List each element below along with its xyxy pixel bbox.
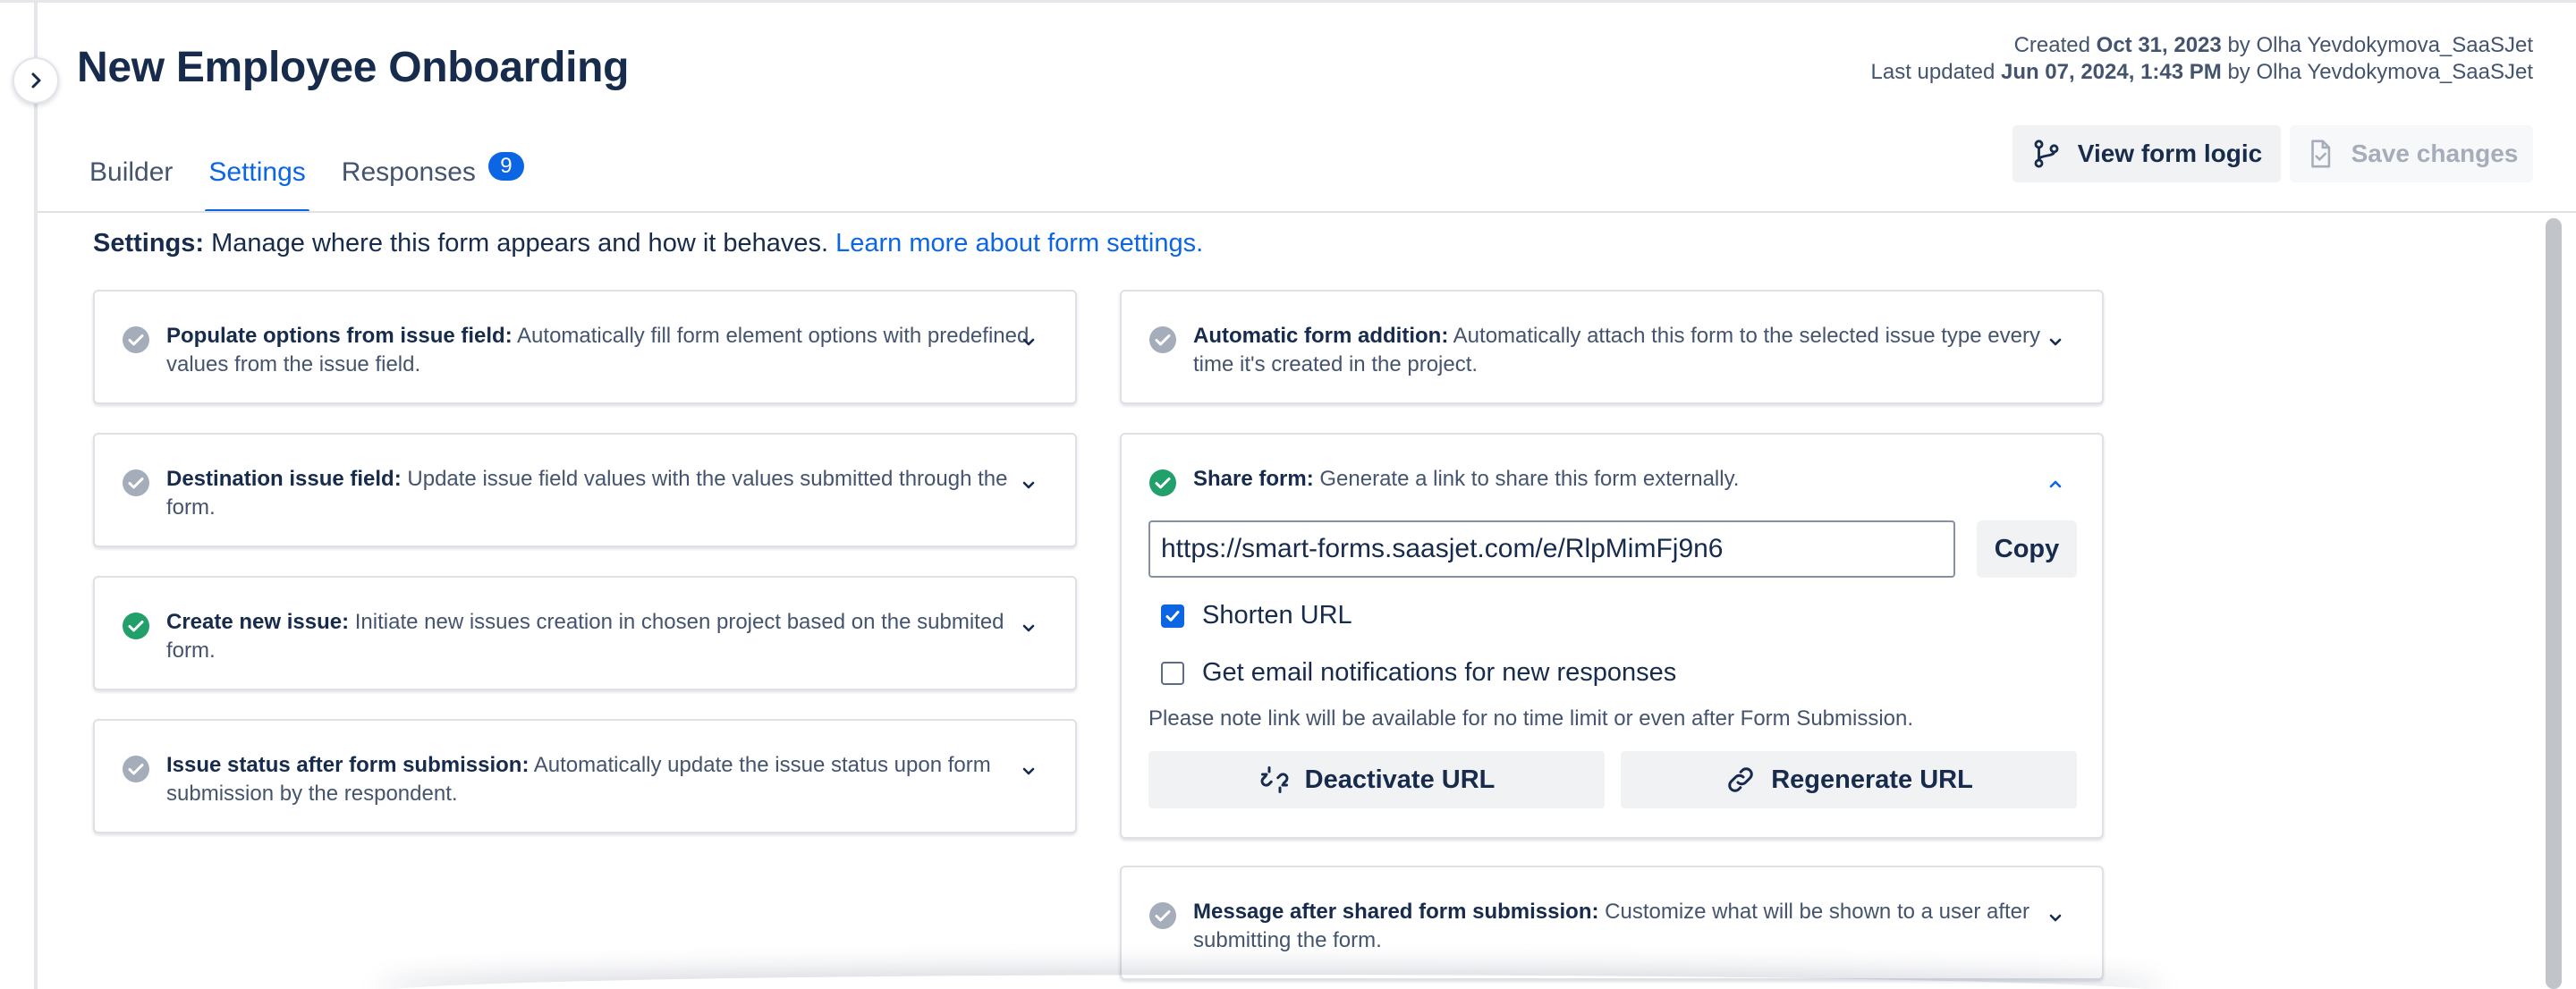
updated-date: Jun 07, 2024, 1:43 PM [2000, 60, 2222, 84]
chevron-up-icon[interactable] [2045, 474, 2066, 495]
card-automatic-form-addition[interactable]: Automatic form addition: Automatically a… [1120, 290, 2104, 404]
shorten-url-row[interactable]: Shorten URL [1161, 601, 1352, 630]
form-meta: Created Oct 31, 2023 by Olha Yevdokymova… [1871, 32, 2534, 86]
card-title: Share form: [1193, 467, 1314, 491]
card-populate-options[interactable]: Populate options from issue field: Autom… [93, 290, 1077, 404]
chevron-down-icon[interactable] [2045, 907, 2066, 928]
deactivate-url-label: Deactivate URL [1304, 765, 1496, 794]
chevron-down-icon[interactable] [2045, 331, 2066, 352]
created-prefix: Created [2013, 33, 2090, 57]
created-date: Oct 31, 2023 [2096, 33, 2222, 57]
card-text: Share form: Generate a link to share thi… [1193, 465, 2079, 494]
card-text: Automatic form addition: Automatically a… [1193, 322, 2079, 379]
created-line: Created Oct 31, 2023 by Olha Yevdokymova… [1871, 32, 2533, 59]
branch-icon [2034, 139, 2059, 168]
unlink-icon [1260, 766, 1289, 793]
updated-by: by Olha Yevdokymova_SaaSJet [2227, 60, 2533, 84]
card-title: Message after shared form submission: [1193, 900, 1599, 924]
tab-responses[interactable]: Responses 9 [341, 152, 524, 211]
page-title: New Employee Onboarding [77, 44, 630, 91]
chevron-down-icon[interactable] [1018, 617, 1039, 638]
link-icon [1728, 767, 1753, 792]
file-check-icon [2310, 139, 2330, 168]
save-changes-label: Save changes [2351, 139, 2519, 167]
card-title: Issue status after form submission: [166, 753, 530, 777]
view-form-logic-label: View form logic [2077, 139, 2263, 167]
card-title: Create new issue: [166, 610, 350, 634]
chevron-down-icon[interactable] [1018, 331, 1039, 352]
card-create-new-issue[interactable]: Create new issue: Initiate new issues cr… [93, 576, 1077, 690]
tab-label: Builder [89, 157, 174, 187]
tabs-divider [38, 211, 2576, 213]
settings-intro-label: Settings: [93, 229, 205, 258]
card-description: Generate a link to share this form exter… [1313, 467, 1740, 491]
chevron-down-icon[interactable] [1018, 760, 1039, 782]
shorten-url-label: Shorten URL [1202, 601, 1352, 630]
responses-count-badge: 9 [487, 152, 524, 181]
email-notifications-label: Get email notifications for new response… [1202, 658, 1677, 687]
settings-intro-text: Manage where this form appears and how i… [204, 229, 836, 258]
check-circle-icon [1149, 902, 1176, 929]
tab-settings[interactable]: Settings [205, 157, 310, 213]
copy-button[interactable]: Copy [1977, 520, 2077, 578]
updated-line: Last updated Jun 07, 2024, 1:43 PM by Ol… [1871, 59, 2534, 86]
shorten-url-checkbox[interactable] [1161, 604, 1184, 628]
scrollbar-thumb[interactable] [2546, 218, 2562, 989]
card-title: Destination issue field: [166, 467, 402, 491]
tab-label: Responses [341, 157, 476, 187]
card-text: Create new issue: Initiate new issues cr… [166, 608, 1052, 665]
left-rail [34, 3, 38, 989]
tab-label: Settings [208, 157, 306, 187]
created-by: by Olha Yevdokymova_SaaSJet [2227, 33, 2533, 57]
settings-intro: Settings: Manage where this form appears… [93, 229, 1203, 258]
card-issue-status-after-submission[interactable]: Issue status after form submission: Auto… [93, 719, 1077, 833]
check-circle-icon [1149, 469, 1176, 496]
share-url-input[interactable]: https://smart-forms.saasjet.com/e/RlpMim… [1148, 520, 1955, 578]
email-notifications-checkbox[interactable] [1161, 661, 1184, 685]
card-message-after-submission[interactable]: Message after shared form submission: Cu… [1120, 866, 2104, 980]
card-title: Populate options from issue field: [166, 324, 513, 348]
expand-sidebar-button[interactable] [13, 57, 59, 104]
learn-more-link[interactable]: Learn more about form settings. [835, 229, 1203, 258]
regenerate-url-button[interactable]: Regenerate URL [1621, 751, 2077, 808]
view-form-logic-button[interactable]: View form logic [2012, 125, 2281, 182]
regenerate-url-label: Regenerate URL [1771, 765, 1973, 794]
check-circle-icon [123, 613, 149, 639]
card-text: Message after shared form submission: Cu… [1193, 898, 2079, 955]
card-text: Populate options from issue field: Autom… [166, 322, 1052, 379]
top-border [0, 0, 2576, 3]
check-circle-icon [123, 756, 149, 782]
chevron-right-icon [31, 72, 41, 89]
checkmark-icon [1165, 610, 1180, 621]
card-title: Automatic form addition: [1193, 324, 1449, 348]
save-changes-button[interactable]: Save changes [2290, 125, 2533, 182]
chevron-down-icon[interactable] [1018, 474, 1039, 495]
check-circle-icon [1149, 326, 1176, 353]
check-circle-icon [123, 326, 149, 353]
tab-builder[interactable]: Builder [89, 157, 173, 211]
card-text: Destination issue field: Update issue fi… [166, 465, 1052, 522]
updated-prefix: Last updated [1870, 60, 1996, 84]
tab-bar: Builder Settings Responses 9 [89, 152, 524, 213]
email-notifications-row[interactable]: Get email notifications for new response… [1161, 658, 1676, 688]
card-share-form: Share form: Generate a link to share thi… [1120, 433, 2104, 839]
link-availability-note: Please note link will be available for n… [1148, 706, 1914, 731]
card-text: Issue status after form submission: Auto… [166, 751, 1052, 808]
card-destination-issue-field[interactable]: Destination issue field: Update issue fi… [93, 433, 1077, 547]
deactivate-url-button[interactable]: Deactivate URL [1148, 751, 1605, 808]
check-circle-icon [123, 469, 149, 496]
